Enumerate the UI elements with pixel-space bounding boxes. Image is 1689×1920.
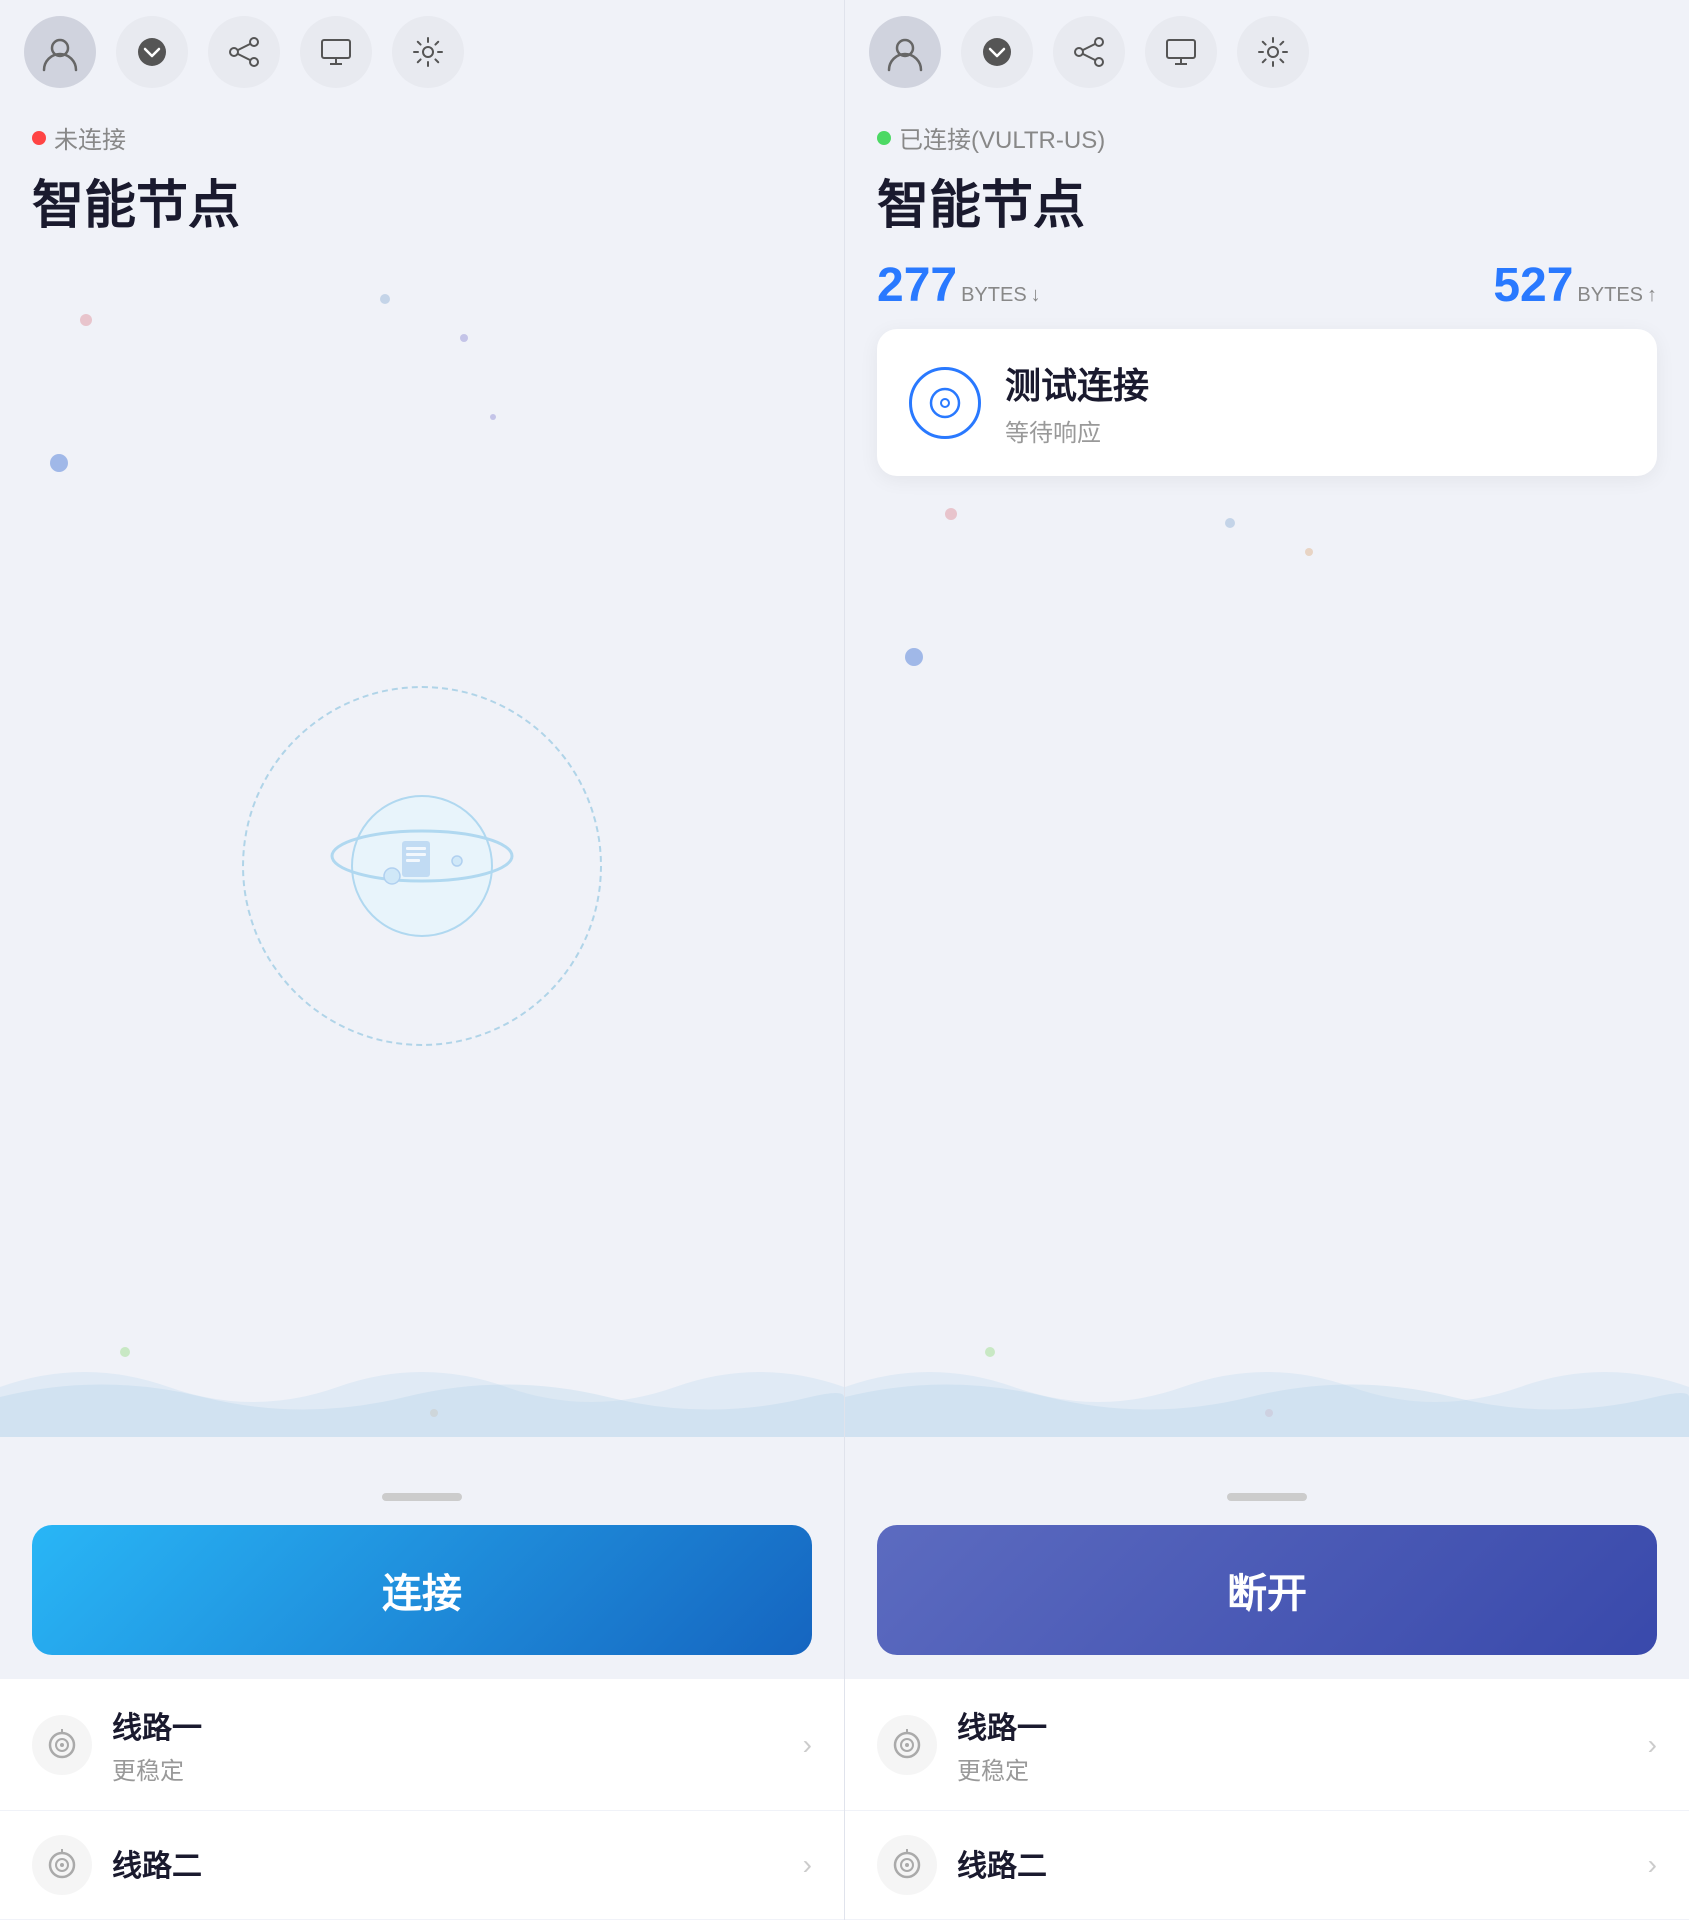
right-route-text-1: 线路一 更稳定	[957, 1703, 1628, 1786]
left-status-text: 未连接	[54, 120, 126, 155]
right-viz-area	[845, 488, 1689, 1477]
right-wave-animation	[845, 1337, 1689, 1437]
left-drag-indicator	[382, 1493, 462, 1501]
right-route-chevron-1: ›	[1648, 1729, 1657, 1761]
test-subtitle: 等待响应	[1005, 413, 1149, 448]
left-route-item-2[interactable]: 线路二 ›	[0, 1811, 844, 1920]
dot-4	[50, 454, 68, 472]
right-drag-indicator	[1227, 1493, 1307, 1501]
left-route-chevron-2: ›	[803, 1849, 812, 1881]
left-panel: 未连接 智能节点	[0, 0, 845, 1920]
left-connection-status: 未连接	[0, 104, 844, 159]
download-value: 277	[877, 258, 957, 313]
right-disconnect-button[interactable]: 断开	[877, 1525, 1657, 1655]
download-unit: BYTES	[961, 284, 1027, 307]
right-data-stats: 277 BYTES ↓ 527 BYTES ↑	[845, 254, 1689, 317]
right-route-name-1: 线路一	[957, 1703, 1628, 1747]
right-panel: 已连接(VULTR-US) 智能节点 277 BYTES ↓ 527 BYTES…	[845, 0, 1689, 1920]
right-share-button[interactable]	[1053, 16, 1125, 88]
right-status-text: 已连接(VULTR-US)	[899, 120, 1105, 155]
left-avatar-button[interactable]	[24, 16, 96, 88]
upload-icon: ↑	[1647, 284, 1657, 307]
left-route-icon-1	[32, 1715, 92, 1775]
dot-3	[460, 334, 468, 342]
left-icon-bar	[0, 0, 844, 104]
right-monitor-button[interactable]	[1145, 16, 1217, 88]
right-icon-bar	[845, 0, 1689, 104]
left-status-dot	[32, 131, 46, 145]
right-route-text-2: 线路二	[957, 1841, 1628, 1889]
rdot-2	[1225, 518, 1235, 528]
left-route-item-1[interactable]: 线路一 更稳定 ›	[0, 1679, 844, 1811]
right-avatar-button[interactable]	[869, 16, 941, 88]
left-viz-area	[0, 254, 844, 1477]
dot-7	[490, 414, 496, 420]
right-settings-button[interactable]	[1237, 16, 1309, 88]
test-icon	[909, 367, 981, 439]
right-route-name-2: 线路二	[957, 1841, 1628, 1885]
right-dropdown-button[interactable]	[961, 16, 1033, 88]
download-icon: ↓	[1031, 284, 1041, 307]
test-title: 测试连接	[1005, 357, 1149, 409]
upload-unit: BYTES	[1577, 284, 1643, 307]
planet-illustration	[232, 676, 612, 1056]
right-panel-title: 智能节点	[845, 159, 1689, 254]
download-stat: 277 BYTES ↓	[877, 258, 1041, 313]
right-route-icon-2	[877, 1835, 937, 1895]
dot-1	[80, 314, 92, 326]
left-monitor-button[interactable]	[300, 16, 372, 88]
dot-2	[380, 294, 390, 304]
right-connection-status: 已连接(VULTR-US)	[845, 104, 1689, 159]
left-route-list: 线路一 更稳定 › 线路二 ›	[0, 1679, 844, 1920]
left-connect-button[interactable]: 连接	[32, 1525, 812, 1655]
test-connection-card[interactable]: 测试连接 等待响应	[877, 329, 1657, 476]
rdot-4	[905, 648, 923, 666]
right-route-item-2[interactable]: 线路二 ›	[845, 1811, 1689, 1920]
left-share-button[interactable]	[208, 16, 280, 88]
right-route-list: 线路一 更稳定 › 线路二 ›	[845, 1679, 1689, 1920]
left-dropdown-button[interactable]	[116, 16, 188, 88]
upload-value: 527	[1493, 258, 1573, 313]
planet-svg	[312, 756, 532, 976]
left-route-desc-1: 更稳定	[112, 1751, 783, 1786]
wave-animation	[0, 1337, 844, 1437]
test-text: 测试连接 等待响应	[1005, 357, 1149, 448]
right-route-item-1[interactable]: 线路一 更稳定 ›	[845, 1679, 1689, 1811]
left-route-name-2: 线路二	[112, 1841, 783, 1885]
left-route-icon-2	[32, 1835, 92, 1895]
right-status-dot	[877, 131, 891, 145]
right-route-icon-1	[877, 1715, 937, 1775]
rdot-1	[945, 508, 957, 520]
left-route-text-2: 线路二	[112, 1841, 783, 1889]
upload-stat: 527 BYTES ↑	[1493, 258, 1657, 313]
left-route-chevron-1: ›	[803, 1729, 812, 1761]
rdot-3	[1305, 548, 1313, 556]
left-settings-button[interactable]	[392, 16, 464, 88]
left-panel-title: 智能节点	[0, 159, 844, 254]
left-route-name-1: 线路一	[112, 1703, 783, 1747]
right-route-desc-1: 更稳定	[957, 1751, 1628, 1786]
right-route-chevron-2: ›	[1648, 1849, 1657, 1881]
left-route-text-1: 线路一 更稳定	[112, 1703, 783, 1786]
